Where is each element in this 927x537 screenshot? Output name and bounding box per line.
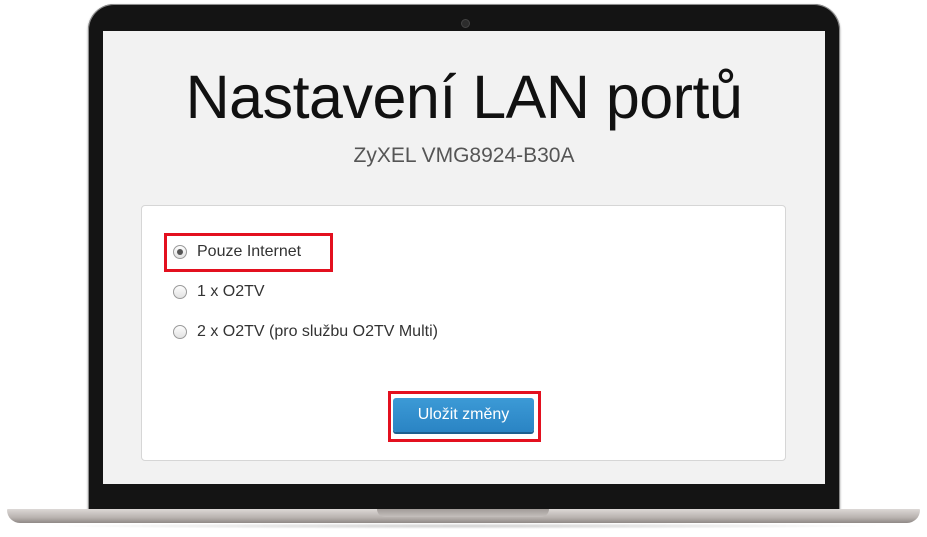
laptop-base-notch [377,509,549,517]
radio-pouze-internet[interactable] [173,245,187,259]
option-pouze-internet[interactable]: Pouze Internet [173,241,301,263]
option-label: 1 x O2TV [197,283,265,300]
option-2x-o2tv[interactable]: 2 x O2TV (pro službu O2TV Multi) [173,321,438,343]
webcam-icon [461,19,470,28]
save-changes-button[interactable]: Uložit změny [393,398,534,432]
laptop-shadow [40,523,888,529]
page-title: Nastavení LAN portů [185,63,743,131]
option-label: 2 x O2TV (pro službu O2TV Multi) [197,323,438,340]
device-model-subtitle: ZyXEL VMG8924-B30A [353,144,575,167]
lan-settings-panel: Pouze Internet 1 x O2TV 2 x O2TV (pro sl… [141,205,786,461]
radio-2x-o2tv[interactable] [173,325,187,339]
option-label: Pouze Internet [197,243,302,260]
radio-1x-o2tv[interactable] [173,285,187,299]
laptop-screen: Nastavení LAN portů ZyXEL VMG8924-B30A P… [103,31,825,484]
option-1x-o2tv[interactable]: 1 x O2TV [173,281,265,303]
